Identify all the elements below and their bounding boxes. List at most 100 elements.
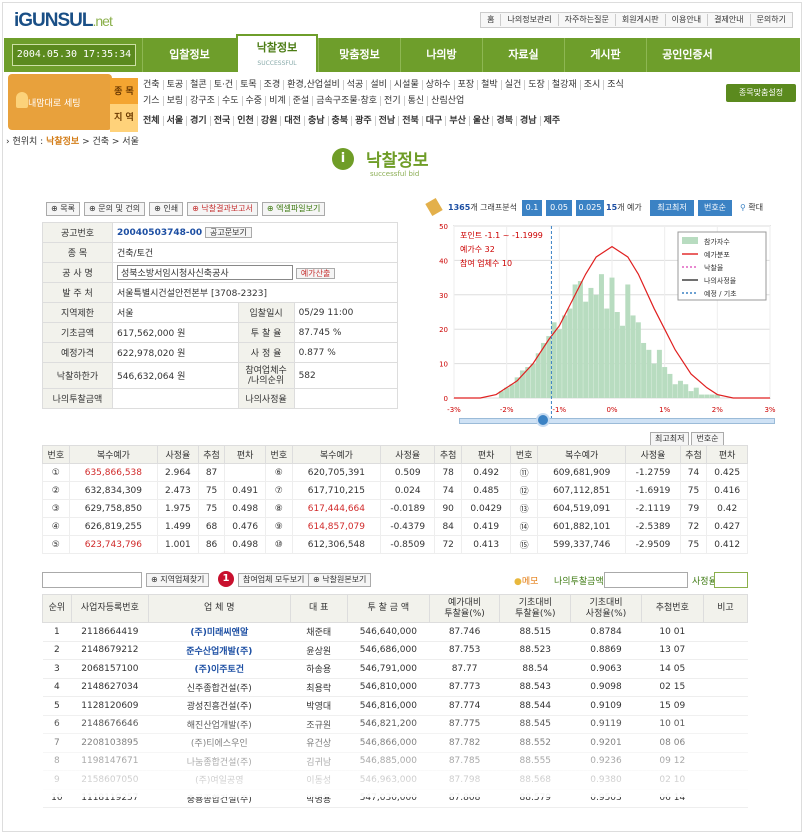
item-custom-button[interactable]: 종목맞춤설정 <box>726 84 796 102</box>
category-link[interactable]: 경기 <box>187 116 211 126</box>
category-link[interactable]: 비계 <box>266 96 290 106</box>
category-link[interactable]: 철강재 <box>548 80 581 90</box>
category-link[interactable]: 토공 <box>163 80 188 90</box>
action-button[interactable]: ⊕ 인쇄 <box>149 202 184 216</box>
my-amount-input[interactable] <box>604 572 688 588</box>
action-button-label: 문의 및 건의 <box>98 204 141 213</box>
category-link[interactable]: 강원 <box>257 116 282 126</box>
top-link[interactable]: 회원게시판 <box>614 14 665 26</box>
category-link[interactable]: 전북 <box>399 116 423 126</box>
bidder-cell[interactable]: (주)미래씨앤알 <box>148 622 290 642</box>
category-link[interactable]: 준설 <box>289 96 314 106</box>
step-01-button[interactable]: 0.1 <box>522 200 542 216</box>
category-link[interactable]: 수도 <box>218 96 243 106</box>
action-button[interactable]: ⊕ 목록 <box>46 202 80 216</box>
gnb-tab[interactable]: 입찰정보 <box>142 38 236 72</box>
category-link[interactable]: 경북 <box>493 116 517 126</box>
table-row[interactable]: 2 2148679212 준수산업개발(주) 윤상원 546,686,000 87.753… <box>42 641 748 660</box>
category-link[interactable]: 금속구조물·창호 <box>313 96 382 106</box>
slider-knob[interactable] <box>536 413 550 427</box>
top-link[interactable]: 자주하는질문 <box>557 14 615 26</box>
category-link[interactable]: 경남 <box>517 116 541 126</box>
table-number-order-button[interactable]: 번호순 <box>691 432 724 446</box>
category-link[interactable]: 조시 <box>580 80 605 90</box>
project-select[interactable]: 성북소방서임시청사신축공사 <box>117 265 293 280</box>
gnb-tab[interactable]: 낙찰정보 SUCCESSFUL <box>236 34 318 72</box>
category-link[interactable]: 울산 <box>469 116 494 126</box>
category-link[interactable]: 강구조 <box>187 96 219 106</box>
category-link[interactable]: 실건 <box>501 80 526 90</box>
category-link[interactable]: 보링 <box>163 96 188 106</box>
category-link[interactable]: 전체 <box>140 116 164 126</box>
gnb-tab[interactable]: 자료실 <box>482 38 564 72</box>
find-region-button[interactable]: ⊕ 지역업체찾기 <box>146 573 210 587</box>
category-link[interactable]: 토·건 <box>210 80 238 90</box>
category-link[interactable]: 전국 <box>210 116 235 126</box>
site-logo[interactable]: iGUNSUL.net <box>14 10 113 32</box>
memo-button[interactable]: ●메모 <box>514 574 538 587</box>
gnb-tab[interactable]: 맞춤정보 <box>318 38 400 72</box>
category-link[interactable]: 전기 <box>381 96 405 106</box>
top-link[interactable]: 결제안내 <box>707 14 749 26</box>
category-link[interactable]: 철박 <box>478 80 502 90</box>
category-link[interactable]: 광주 <box>352 116 376 126</box>
table-row[interactable]: 1 2118664419 (주)미래씨앤알 채준태 546,640,000 87.746 8… <box>42 622 748 642</box>
category-link[interactable]: 전남 <box>375 116 400 126</box>
category-link[interactable]: 대전 <box>281 116 305 126</box>
ratio-input[interactable] <box>714 572 748 588</box>
category-link[interactable]: 시설물 <box>390 80 423 90</box>
my-setting-button[interactable]: 내맘대로 세팅 <box>8 74 112 130</box>
table-max-min-button[interactable]: 최고최저 <box>650 432 690 446</box>
category-link[interactable]: 건축 <box>140 80 164 90</box>
category-link[interactable]: 인천 <box>234 116 258 126</box>
table-row[interactable]: 4 2148627034 신주종합건설(주) 최용락 546,810,000 87.773… <box>42 678 748 697</box>
price-cell: ⑦ <box>265 481 293 500</box>
category-link[interactable]: 제주 <box>541 116 564 126</box>
action-button[interactable]: ⊕ 낙찰결과보고서 <box>187 202 258 216</box>
action-button[interactable]: ⊕ 문의 및 건의 <box>83 202 146 216</box>
category-link[interactable]: 도장 <box>525 80 549 90</box>
category-link[interactable]: 포장 <box>454 80 479 90</box>
top-link[interactable]: 홈 <box>481 14 500 26</box>
action-button[interactable]: ⊕ 엑셀파일보기 <box>261 202 326 216</box>
category-link[interactable]: 부산 <box>446 116 470 126</box>
category-link[interactable]: 상하수 <box>422 80 455 90</box>
category-link[interactable]: 토목 <box>237 80 261 90</box>
category-link[interactable]: 설비 <box>367 80 391 90</box>
max-min-button[interactable]: 최고최저 <box>650 200 694 216</box>
table-row[interactable]: 3 2068157100 (주)이주토건 하송용 546,791,000 87.77 88.… <box>42 659 748 679</box>
chart-slider[interactable] <box>459 418 775 424</box>
region-search-input[interactable] <box>42 572 142 588</box>
bidder-cell[interactable]: 준수산업개발(주) <box>148 641 290 660</box>
category-link[interactable]: 통신 <box>404 96 429 106</box>
top-link[interactable]: 나의정보관리 <box>500 14 557 26</box>
category-link[interactable]: 서울 <box>163 116 188 126</box>
all-bidders-button[interactable]: 참여업체 모두보기 <box>238 573 310 587</box>
gnb-tab[interactable]: 게시판 <box>564 38 646 72</box>
number-order-button[interactable]: 번호순 <box>698 200 732 216</box>
gnb-tab[interactable]: 공인인증서 <box>646 38 728 72</box>
zoom-button[interactable]: ⚲ 확대 <box>740 202 763 213</box>
original-view-button[interactable]: ⊕ 낙찰원본보기 <box>308 573 372 587</box>
notice-view-button[interactable]: 공고문보기 <box>205 226 252 238</box>
category-link[interactable]: 철콘 <box>187 80 211 90</box>
category-link[interactable]: 수중 <box>242 96 267 106</box>
top-link[interactable]: 이용안내 <box>664 14 707 26</box>
step-0025-button[interactable]: 0.025 <box>576 200 604 216</box>
est-calc-button[interactable]: 예가산출 <box>295 268 336 279</box>
category-link[interactable]: 산림산업 <box>428 96 467 106</box>
bidder-cell[interactable]: (주)이주토건 <box>148 659 290 679</box>
step-005-button[interactable]: 0.05 <box>546 200 572 216</box>
bidder-cell[interactable]: 신주종합건설(주) <box>148 678 290 697</box>
category-link[interactable]: 기스 <box>140 96 164 106</box>
breadcrumb-current[interactable]: 낙찰정보 <box>46 137 79 147</box>
category-link[interactable]: 환경,산업설비 <box>284 80 344 90</box>
gnb-tab[interactable]: 나의방 <box>400 38 482 72</box>
category-link[interactable]: 충북 <box>328 116 353 126</box>
category-link[interactable]: 조경 <box>260 80 285 90</box>
category-link[interactable]: 석공 <box>343 80 368 90</box>
category-link[interactable]: 조식 <box>604 80 627 90</box>
top-link[interactable]: 문의하기 <box>749 14 792 26</box>
category-link[interactable]: 충남 <box>304 116 329 126</box>
category-link[interactable]: 대구 <box>422 116 447 126</box>
